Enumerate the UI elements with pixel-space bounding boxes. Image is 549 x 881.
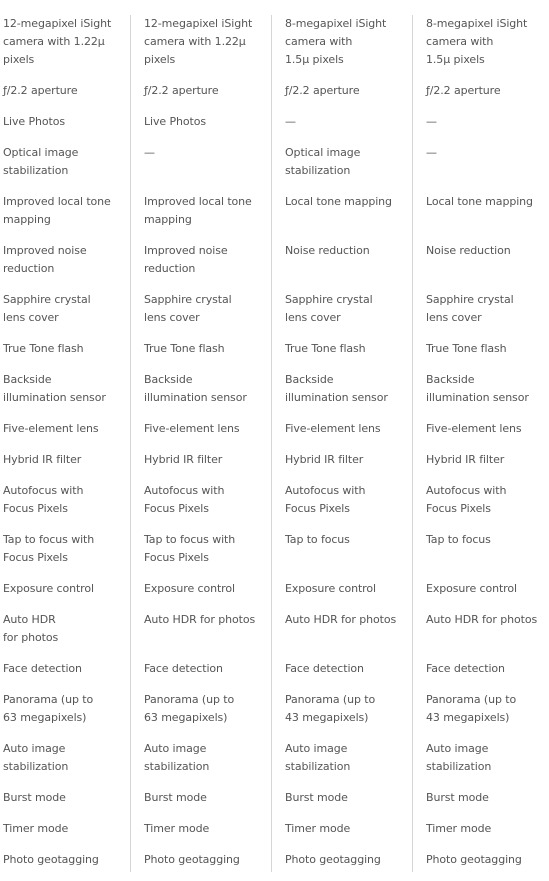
spec-cell-model-1: Timer mode (0, 820, 130, 851)
spec-cell-model-4: Timer mode (412, 820, 549, 851)
spec-cell-model-2: 12-megapixel iSight camera with 1.22μ pi… (130, 15, 271, 82)
spec-cell-model-1: Exposure control (0, 580, 130, 611)
spec-cell-model-4: Autofocus with Focus Pixels (412, 482, 549, 531)
spec-cell-model-3: Exposure control (271, 580, 412, 611)
spec-cell-model-4: — (412, 113, 549, 144)
spec-cell-model-3: True Tone flash (271, 340, 412, 371)
spec-cell-model-1: Face detection (0, 660, 130, 691)
spec-cell-model-2: Face detection (130, 660, 271, 691)
spec-cell-model-2: Autofocus with Focus Pixels (130, 482, 271, 531)
camera-comparison-table: 12-megapixel iSight camera with 1.22μ pi… (0, 15, 549, 873)
spec-cell-model-1: Sapphire crystal lens cover (0, 291, 130, 340)
spec-cell-model-4: Backside illumination sensor (412, 371, 549, 420)
spec-cell-model-3: Backside illumination sensor (271, 371, 412, 420)
spec-cell-model-2: ƒ/2.2 aperture (130, 82, 271, 113)
spec-cell-model-4: Auto HDR for photos (412, 611, 549, 660)
spec-cell-model-3: — (271, 113, 412, 144)
spec-cell-model-3: Optical image stabilization (271, 144, 412, 193)
spec-cell-model-3: Burst mode (271, 789, 412, 820)
spec-cell-model-4: Burst mode (412, 789, 549, 820)
spec-cell-model-1: Auto HDR for photos (0, 611, 130, 660)
spec-cell-model-3: ƒ/2.2 aperture (271, 82, 412, 113)
table-bottom-edge (0, 872, 549, 881)
spec-cell-model-4: Auto image stabilization (412, 740, 549, 789)
spec-cell-model-3: Hybrid IR filter (271, 451, 412, 482)
spec-cell-model-4: Five-element lens (412, 420, 549, 451)
spec-cell-model-4: Face detection (412, 660, 549, 691)
spec-cell-model-3: Panorama (up to 43 megapixels) (271, 691, 412, 740)
spec-cell-model-1: ƒ/2.2 aperture (0, 82, 130, 113)
spec-cell-model-4: Noise reduction (412, 242, 549, 291)
spec-cell-model-2: Tap to focus with Focus Pixels (130, 531, 271, 580)
spec-cell-model-4: Sapphire crystal lens cover (412, 291, 549, 340)
spec-cell-model-2: — (130, 144, 271, 193)
spec-cell-model-2: True Tone flash (130, 340, 271, 371)
spec-cell-model-2: Five-element lens (130, 420, 271, 451)
spec-cell-model-2: Improved noise reduction (130, 242, 271, 291)
spec-cell-model-3: Auto image stabilization (271, 740, 412, 789)
spec-cell-model-1: Tap to focus with Focus Pixels (0, 531, 130, 580)
spec-cell-model-3: Sapphire crystal lens cover (271, 291, 412, 340)
spec-cell-model-4: ƒ/2.2 aperture (412, 82, 549, 113)
spec-cell-model-2: Hybrid IR filter (130, 451, 271, 482)
spec-cell-model-1: Photo geotagging (0, 851, 130, 873)
spec-cell-model-4: Tap to focus (412, 531, 549, 580)
spec-cell-model-1: 12-megapixel iSight camera with 1.22μ pi… (0, 15, 130, 82)
spec-cell-model-2: Backside illumination sensor (130, 371, 271, 420)
spec-cell-model-1: Optical image stabilization (0, 144, 130, 193)
spec-cell-model-1: Backside illumination sensor (0, 371, 130, 420)
spec-cell-model-2: Auto image stabilization (130, 740, 271, 789)
spec-cell-model-2: Sapphire crystal lens cover (130, 291, 271, 340)
spec-cell-model-2: Improved local tone mapping (130, 193, 271, 242)
spec-cell-model-1: True Tone flash (0, 340, 130, 371)
spec-cell-model-1: Five-element lens (0, 420, 130, 451)
spec-cell-model-1: Burst mode (0, 789, 130, 820)
spec-cell-model-1: Hybrid IR filter (0, 451, 130, 482)
spec-cell-model-4: True Tone flash (412, 340, 549, 371)
spec-cell-model-2: Burst mode (130, 789, 271, 820)
spec-cell-model-1: Panorama (up to 63 megapixels) (0, 691, 130, 740)
spec-cell-model-4: Local tone mapping (412, 193, 549, 242)
spec-cell-model-1: Autofocus with Focus Pixels (0, 482, 130, 531)
spec-cell-model-3: Face detection (271, 660, 412, 691)
spec-cell-model-3: Auto HDR for photos (271, 611, 412, 660)
spec-cell-model-3: Photo geotagging (271, 851, 412, 873)
spec-cell-model-1: Auto image stabilization (0, 740, 130, 789)
spec-cell-model-2: Timer mode (130, 820, 271, 851)
spec-cell-model-3: Local tone mapping (271, 193, 412, 242)
spec-cell-model-1: Improved noise reduction (0, 242, 130, 291)
spec-cell-model-3: 8-megapixel iSight camera with 1.5μ pixe… (271, 15, 412, 82)
spec-cell-model-2: Auto HDR for photos (130, 611, 271, 660)
spec-cell-model-4: Panorama (up to 43 megapixels) (412, 691, 549, 740)
spec-cell-model-2: Panorama (up to 63 megapixels) (130, 691, 271, 740)
spec-cell-model-2: Exposure control (130, 580, 271, 611)
spec-cell-model-1: Live Photos (0, 113, 130, 144)
spec-cell-model-4: Photo geotagging (412, 851, 549, 873)
spec-cell-model-2: Photo geotagging (130, 851, 271, 873)
spec-cell-model-4: Hybrid IR filter (412, 451, 549, 482)
spec-cell-model-2: Live Photos (130, 113, 271, 144)
spec-cell-model-3: Noise reduction (271, 242, 412, 291)
spec-cell-model-3: Autofocus with Focus Pixels (271, 482, 412, 531)
spec-cell-model-1: Improved local tone mapping (0, 193, 130, 242)
spec-cell-model-4: — (412, 144, 549, 193)
spec-cell-model-4: Exposure control (412, 580, 549, 611)
spec-cell-model-4: 8-megapixel iSight camera with 1.5μ pixe… (412, 15, 549, 82)
spec-cell-model-3: Five-element lens (271, 420, 412, 451)
spec-cell-model-3: Timer mode (271, 820, 412, 851)
spec-cell-model-3: Tap to focus (271, 531, 412, 580)
